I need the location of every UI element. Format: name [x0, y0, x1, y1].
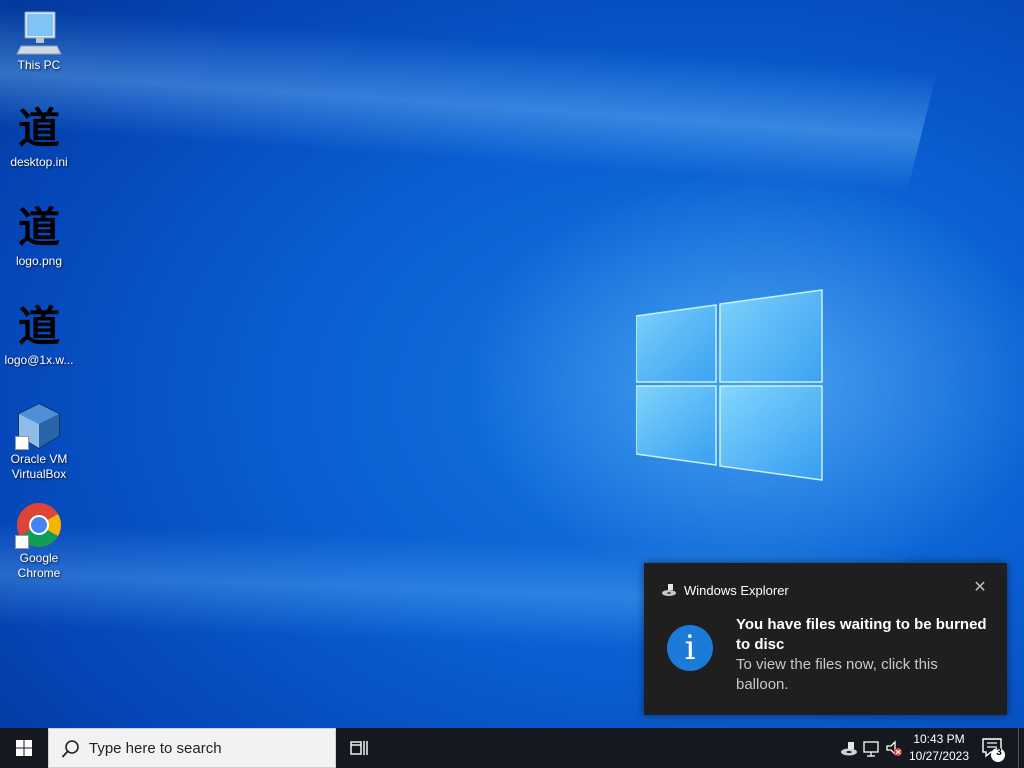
- desktop-icon-logo-png[interactable]: 道 logo.png: [4, 204, 74, 269]
- search-icon: [61, 740, 79, 758]
- burn-disc-icon: [662, 584, 676, 596]
- toast-title: You have files waiting to be burned to d…: [736, 616, 987, 653]
- computer-icon: [15, 8, 63, 56]
- kanji-icon: 道: [17, 203, 60, 252]
- clock[interactable]: 10:43 PM 10/27/2023: [902, 731, 976, 765]
- toast-header: Windows Explorer: [661, 582, 789, 598]
- desktop-icon-label: Google Chrome: [17, 551, 61, 580]
- clock-date: 10/27/2023: [908, 749, 970, 763]
- desktop-icon-logo-1x[interactable]: 道 logo@1x.w...: [4, 303, 74, 368]
- notification-toast[interactable]: Windows Explorer ✕ i You have files wait…: [644, 563, 1007, 715]
- shortcut-arrow-icon: [15, 436, 29, 450]
- taskbar: Type here to search 10:43 PM 10/27/2023: [0, 728, 1024, 768]
- desktop-icon-label: logo.png: [15, 254, 63, 268]
- clock-time: 10:43 PM: [913, 732, 965, 746]
- desktop-icon-label: Oracle VM VirtualBox: [10, 452, 68, 481]
- desktop-icon-chrome[interactable]: Google Chrome: [4, 501, 74, 581]
- desktop-icon-label: desktop.ini: [10, 155, 68, 169]
- desktop-icon-this-pc[interactable]: This PC: [4, 8, 74, 73]
- toast-body: To view the files now, click this balloo…: [736, 656, 938, 693]
- network-icon[interactable]: [863, 738, 881, 758]
- task-view-icon: [350, 741, 368, 755]
- kanji-icon: 道: [17, 302, 60, 351]
- speaker-muted-icon[interactable]: [885, 738, 903, 758]
- chrome-icon: [15, 501, 63, 549]
- kanji-icon: 道: [17, 104, 60, 153]
- desktop-icon-label: This PC: [17, 58, 61, 72]
- search-box[interactable]: Type here to search: [48, 728, 336, 768]
- start-button[interactable]: [0, 728, 48, 768]
- info-icon: i: [667, 625, 713, 671]
- action-center-button[interactable]: 3: [978, 734, 1008, 764]
- desktop-icon-virtualbox[interactable]: Oracle VM VirtualBox: [4, 402, 74, 482]
- burn-disc-tray-icon[interactable]: [840, 738, 858, 758]
- windows-start-icon: [16, 740, 32, 756]
- desktop-icon-desktop-ini[interactable]: 道 desktop.ini: [4, 105, 74, 170]
- desktop-icon-label: logo@1x.w...: [4, 353, 74, 367]
- windows-logo-wallpaper: [636, 289, 823, 481]
- close-icon[interactable]: ✕: [973, 580, 987, 596]
- shortcut-arrow-icon: [15, 535, 29, 549]
- desktop-background[interactable]: This PC 道 desktop.ini 道 logo.png 道 logo@…: [0, 0, 1024, 728]
- show-desktop-button[interactable]: [1018, 728, 1024, 768]
- notification-count-badge: 3: [996, 747, 1002, 758]
- search-placeholder: Type here to search: [89, 740, 222, 757]
- toast-app-name: Windows Explorer: [684, 582, 789, 598]
- virtualbox-icon: [15, 402, 63, 450]
- task-view-button[interactable]: [348, 736, 372, 760]
